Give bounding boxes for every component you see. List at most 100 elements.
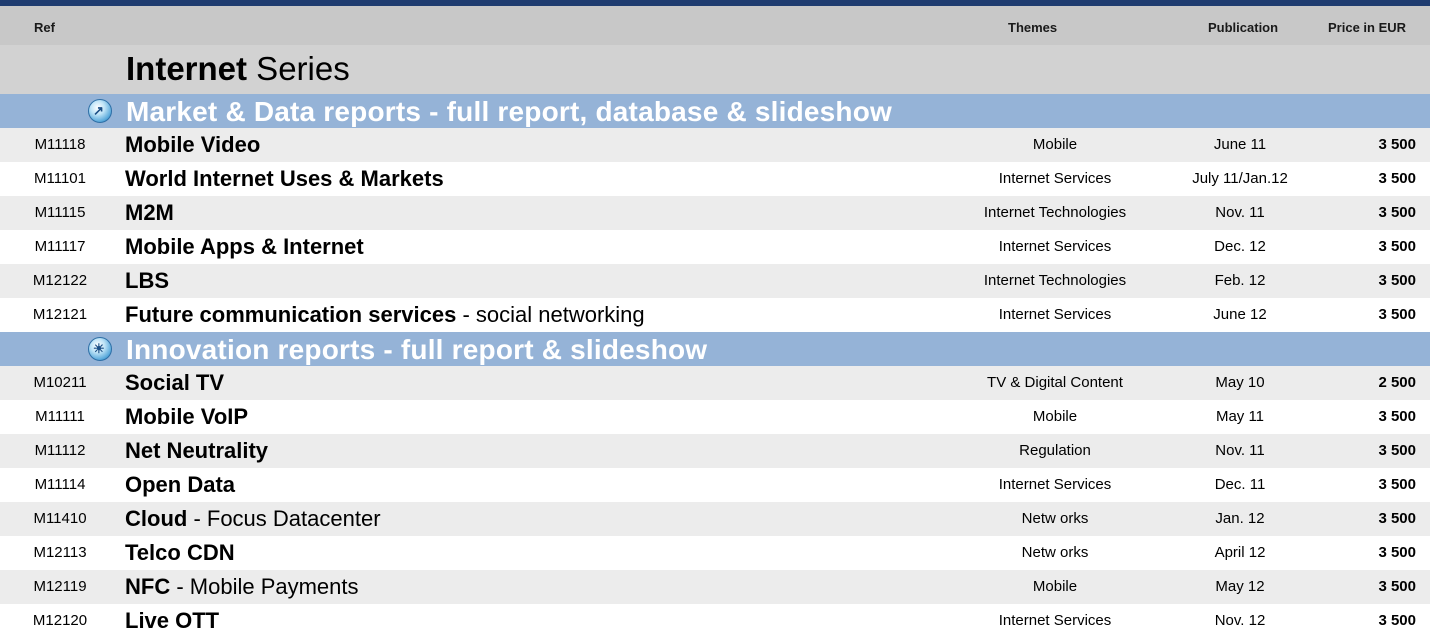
series-title-rest: Series	[247, 50, 350, 87]
header-publication: Publication	[1208, 20, 1279, 35]
ref-cell: M11111	[35, 408, 85, 425]
price-cell: 3 500	[1378, 272, 1416, 289]
publication-cell: Dec. 12	[1214, 238, 1266, 255]
theme-cell: Regulation	[1019, 442, 1091, 459]
ref-cell: M11114	[34, 476, 86, 493]
report-title: Net Neutrality	[125, 438, 269, 463]
report-title: Cloud	[125, 506, 188, 531]
table-row: M12120 Live OTT Internet Services Nov. 12 3 …	[0, 604, 1430, 638]
table-header: Ref Themes Publication Price in EUR	[0, 6, 1430, 45]
report-title: M2M	[125, 200, 174, 225]
price-cell: 3 500	[1378, 238, 1416, 255]
report-title-cell: Social TV	[125, 366, 224, 400]
ref-cell: M11112	[34, 442, 86, 459]
report-title: Mobile VoIP	[125, 404, 249, 429]
section-title: Innovation reports - full report & slide…	[126, 334, 708, 365]
theme-cell: Mobile	[1032, 578, 1078, 595]
publication-cell: Nov. 11	[1215, 204, 1265, 221]
price-cell: 3 500	[1378, 510, 1416, 527]
price-cell: 3 500	[1378, 408, 1416, 425]
publication-cell: July 11/Jan.12	[1192, 170, 1288, 187]
theme-cell: Mobile	[1032, 408, 1078, 425]
report-title: Open Data	[125, 472, 236, 497]
lightbulb-icon: ☀	[88, 337, 112, 361]
report-title: Future communication services	[125, 302, 457, 327]
theme-cell: Internet Services	[998, 476, 1112, 493]
ref-cell: M11101	[34, 170, 86, 187]
icon-glyph: ☀	[93, 341, 105, 356]
table-row: M11101 World Internet Uses & Markets Inter…	[0, 162, 1430, 196]
price-cell: 3 500	[1378, 578, 1416, 595]
ref-cell: M12119	[33, 578, 87, 595]
report-subtitle: - social networking	[456, 302, 645, 327]
table-row: M12119 NFC - Mobile Payments Mobile May 12 3…	[0, 570, 1430, 604]
section-header: ☀ Innovation reports - full report & slid…	[0, 332, 1430, 366]
ref-cell: M11118	[34, 136, 86, 153]
publication-cell: May 12	[1215, 578, 1265, 595]
publication-cell: May 11	[1215, 408, 1265, 425]
table-row: M12121 Future communication services - so…	[0, 298, 1430, 332]
table-row: M11112 Net Neutrality Regulation Nov. 11 3 5…	[0, 434, 1430, 468]
table-row: M12122 LBS Internet Technologies Feb. 12 3 5…	[0, 264, 1430, 298]
ref-cell: M10211	[33, 374, 87, 391]
table-row: M11118 Mobile Video Mobile June 11 3 500	[0, 128, 1430, 162]
chart-globe-icon: ↗	[88, 99, 112, 123]
theme-cell: Internet Services	[998, 170, 1112, 187]
report-title-cell: Open Data	[125, 468, 235, 502]
report-title-cell: Mobile VoIP	[125, 400, 248, 434]
ref-cell: M11117	[34, 238, 86, 255]
price-cell: 3 500	[1378, 612, 1416, 629]
price-cell: 3 500	[1378, 170, 1416, 187]
report-title-cell: M2M	[125, 196, 174, 230]
theme-cell: Internet Technologies	[983, 272, 1127, 289]
ref-cell: M12121	[32, 306, 88, 323]
ref-cell: M12120	[32, 612, 88, 629]
theme-cell: Mobile	[1032, 136, 1078, 153]
report-title: Telco CDN	[125, 540, 235, 565]
table-row: M11117 Mobile Apps & Internet Internet Ser…	[0, 230, 1430, 264]
series-title-bold: Internet	[126, 50, 248, 87]
publication-cell: April 12	[1214, 544, 1266, 561]
report-title-cell: Mobile Apps & Internet	[125, 230, 364, 264]
section-title: Market & Data reports - full report, dat…	[126, 96, 893, 127]
table-row: M11111 Mobile VoIP Mobile May 11 3 500	[0, 400, 1430, 434]
theme-cell: Internet Services	[998, 306, 1112, 323]
series-banner: Internet Series	[0, 45, 1430, 94]
report-title-cell: Telco CDN	[125, 536, 235, 570]
table-row: M11115 M2M Internet Technologies Nov. 11 3 5…	[0, 196, 1430, 230]
price-cell: 3 500	[1378, 476, 1416, 493]
report-title-cell: NFC - Mobile Payments	[125, 570, 359, 604]
table-row: M11410 Cloud - Focus Datacenter Netw orks J…	[0, 502, 1430, 536]
header-price: Price in EUR	[1328, 20, 1407, 35]
report-title-cell: Net Neutrality	[125, 434, 268, 468]
publication-cell: Nov. 11	[1215, 442, 1265, 459]
report-title: Mobile Video	[125, 132, 261, 157]
theme-cell: Netw orks	[1021, 544, 1089, 561]
header-themes: Themes	[1008, 20, 1058, 35]
table-row: M10211 Social TV TV & Digital Content May 1…	[0, 366, 1430, 400]
ref-cell: M11410	[33, 510, 87, 527]
theme-cell: Internet Services	[998, 238, 1112, 255]
report-title: World Internet Uses & Markets	[125, 166, 444, 191]
publication-cell: Feb. 12	[1214, 272, 1266, 289]
price-cell: 3 500	[1378, 306, 1416, 323]
theme-cell: TV & Digital Content	[987, 374, 1123, 391]
report-title: LBS	[125, 268, 169, 293]
theme-cell: Netw orks	[1021, 510, 1089, 527]
publication-cell: Dec. 11	[1214, 476, 1266, 493]
price-cell: 2 500	[1378, 374, 1416, 391]
report-title: Live OTT	[125, 608, 220, 633]
publication-cell: May 10	[1215, 374, 1265, 391]
table-row: M11114 Open Data Internet Services Dec. 11 3…	[0, 468, 1430, 502]
publication-cell: June 12	[1213, 306, 1267, 323]
table-row: M12113 Telco CDN Netw orks April 12 3 500	[0, 536, 1430, 570]
report-title-cell: Cloud - Focus Datacenter	[125, 502, 381, 536]
report-subtitle: - Mobile Payments	[170, 574, 359, 599]
report-title-cell: World Internet Uses & Markets	[125, 162, 444, 196]
publication-cell: Nov. 12	[1214, 612, 1266, 629]
publication-cell: Jan. 12	[1215, 510, 1265, 527]
header-ref: Ref	[34, 20, 55, 35]
ref-cell: M11115	[34, 204, 86, 221]
report-title: NFC	[125, 574, 171, 599]
ref-cell: M12122	[32, 272, 88, 289]
